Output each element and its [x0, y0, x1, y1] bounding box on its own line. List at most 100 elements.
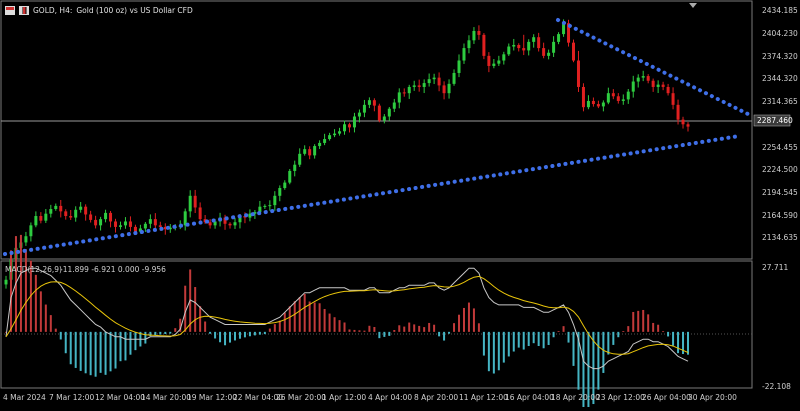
candle-body	[114, 221, 118, 227]
candle-body	[631, 81, 635, 92]
candle-body	[671, 93, 675, 105]
macd-hist-bar	[333, 317, 336, 332]
time-tick: 18 Apr 20:00	[551, 393, 600, 402]
macd-hist-bar	[622, 331, 625, 332]
candle-body	[621, 99, 625, 101]
macd-hist-bar	[348, 329, 351, 332]
candle-body	[447, 83, 451, 94]
candle-body	[596, 104, 600, 107]
macd-hist-bar	[572, 331, 575, 366]
candle-body	[94, 219, 98, 226]
macd-hist-bar	[19, 234, 22, 332]
macd-hist-bar	[642, 309, 645, 332]
macd-hist-bar	[607, 331, 610, 355]
macd-hist-bar	[637, 310, 640, 332]
macd-hist-bar	[164, 331, 167, 335]
time-tick: 16 Apr 04:00	[505, 393, 554, 402]
candle-body	[512, 44, 516, 47]
macd-hist-bar	[308, 301, 311, 332]
macd-hist-bar	[44, 304, 47, 332]
macd-hist-bar	[393, 329, 396, 332]
macd-hist-bar	[64, 331, 67, 354]
macd-hist-bar	[433, 324, 436, 332]
macd-hist-bar	[418, 325, 421, 332]
macd-hist-bar	[662, 331, 665, 333]
macd-hist-bar	[672, 331, 675, 346]
price-tick: 2134.635	[762, 233, 798, 242]
macd-hist-bar	[134, 331, 137, 351]
chart-canvas[interactable]	[0, 0, 800, 411]
macd-hist-bar	[229, 331, 232, 343]
macd-hist-bar	[632, 311, 635, 332]
macd-hist-bar	[184, 285, 187, 332]
macd-hist-bar	[403, 326, 406, 332]
candle-body	[188, 195, 192, 212]
macd-hist-bar	[562, 326, 565, 332]
macd-hist-bar	[114, 331, 117, 369]
candle-body	[228, 223, 232, 226]
macd-hist-bar	[522, 331, 525, 350]
candle-body	[148, 219, 152, 224]
candle-body	[397, 92, 401, 103]
candle-body	[442, 85, 446, 94]
macd-hist-bar	[104, 331, 107, 375]
macd-hist-bar	[194, 287, 197, 332]
candle-body	[193, 195, 197, 208]
candle-body	[273, 195, 277, 206]
price-tick: 2194.545	[762, 188, 798, 197]
macd-hist-bar	[323, 308, 326, 332]
macd-hist-bar	[413, 324, 416, 332]
macd-hist-bar	[278, 320, 281, 332]
candle-body	[338, 131, 342, 134]
macd-hist-bar	[353, 329, 356, 332]
macd-hist-bar	[677, 331, 680, 354]
macd-hist-bar	[363, 330, 366, 332]
candle-body	[492, 63, 496, 66]
candle-body	[109, 212, 113, 222]
candle-body	[318, 142, 322, 147]
macd-hist-bar	[169, 331, 172, 334]
macd-hist-bar	[647, 314, 650, 332]
macd-label: MACD(12,26,9)	[5, 265, 62, 274]
candle-body	[422, 83, 426, 87]
candle-body	[601, 102, 605, 107]
candle-body	[128, 221, 132, 227]
macd-hist-bar	[557, 331, 560, 332]
candle-body	[34, 216, 38, 226]
candle-body	[626, 91, 630, 100]
candle-body	[482, 34, 486, 56]
time-tick: 8 Apr 20:00	[414, 393, 459, 402]
candle-body	[542, 48, 546, 56]
candle-body	[39, 216, 43, 221]
candle-body	[104, 212, 108, 220]
macd-hist-bar	[487, 331, 490, 372]
macd-hist-bar	[129, 331, 132, 355]
macd-hist-bar	[477, 323, 480, 332]
candle-body	[487, 55, 491, 66]
candle-body	[661, 84, 665, 87]
macd-hist-bar	[482, 331, 485, 356]
candle-body	[328, 135, 332, 140]
macd-hist-bar	[398, 325, 401, 332]
candle-body	[407, 86, 411, 94]
candle-body	[357, 112, 361, 117]
macd-hist-bar	[667, 331, 670, 337]
macd-hist-bar	[94, 331, 97, 377]
macd-hist-bar	[233, 331, 236, 341]
candle-body	[263, 205, 267, 207]
macd-hist-bar	[542, 331, 545, 349]
candle-body	[69, 216, 73, 218]
macd-hist-bar	[383, 331, 386, 337]
candle-body	[437, 77, 441, 86]
macd-hist-bar	[288, 306, 291, 332]
macd-hist-bar	[408, 322, 411, 332]
macd-hist-bar	[124, 331, 127, 361]
macd-hist-bar	[343, 322, 346, 332]
candle-body	[537, 37, 541, 49]
chart-symbol: GOLD, H4:	[33, 5, 73, 15]
candle-body	[198, 207, 202, 220]
time-tick: 4 Mar 2024	[3, 393, 46, 402]
price-tick: 2374.320	[762, 52, 798, 61]
macd-hist-bar	[388, 331, 391, 336]
candle-body	[532, 37, 536, 42]
